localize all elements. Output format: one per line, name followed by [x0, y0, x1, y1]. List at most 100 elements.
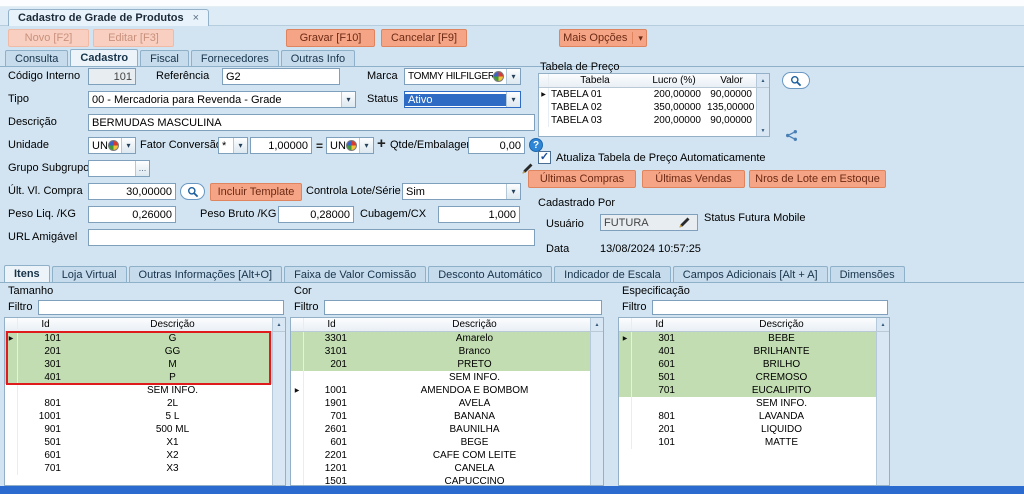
filter-input[interactable] — [652, 300, 888, 315]
cubagem-input[interactable] — [438, 206, 520, 223]
price-table-row[interactable]: TABELA 03200,0000090,00000 — [539, 114, 756, 127]
bottom-tab-campos-adicionais-alt-a[interactable]: Campos Adicionais [Alt + A] — [673, 266, 828, 282]
scroll-up-icon[interactable]: ▲ — [272, 318, 285, 331]
price-col-tabela[interactable]: Tabela — [549, 75, 641, 86]
tab-fiscal[interactable]: Fiscal — [140, 50, 189, 66]
bottom-tab-itens[interactable]: Itens — [4, 265, 50, 282]
help-icon[interactable]: ? — [529, 138, 543, 152]
grid-row[interactable]: 3301Amarelo — [291, 332, 590, 345]
vertical-scrollbar[interactable] — [876, 332, 889, 485]
status-combo[interactable]: Ativo ▾ — [404, 91, 521, 108]
bottom-tab-outras-informa-es-alt-o[interactable]: Outras Informações [Alt+O] — [129, 266, 283, 282]
scroll-down-icon[interactable]: ▼ — [757, 125, 769, 136]
grid-row[interactable]: SEM INFO. — [5, 384, 272, 397]
editar-button[interactable]: Editar [F3] — [93, 29, 174, 47]
grid-row[interactable]: ▶1001AMENDOA E BOMBOM — [291, 384, 590, 397]
qtde-embalagem-input[interactable] — [468, 137, 525, 154]
filter-input[interactable] — [324, 300, 602, 315]
grid-row[interactable]: 2601BAUNILHA — [291, 423, 590, 436]
grid-row[interactable]: 701BANANA — [291, 410, 590, 423]
share-icon[interactable] — [784, 128, 799, 143]
fator-operador-combo[interactable]: * ▾ — [218, 137, 248, 154]
scroll-up-icon[interactable]: ▲ — [756, 74, 769, 87]
filter-input[interactable] — [38, 300, 284, 315]
grid-row[interactable]: 701X3 — [5, 462, 272, 475]
price-col-lucro[interactable]: Lucro (%) — [641, 75, 707, 86]
grid-row[interactable]: 401BRILHANTE — [619, 345, 876, 358]
peso-bruto-input[interactable] — [278, 206, 354, 223]
tab-outras-info[interactable]: Outras Info — [281, 50, 355, 66]
unidade-destino-combo[interactable]: UN ▾ — [326, 137, 374, 154]
incluir-template-button[interactable]: Incluir Template — [210, 183, 302, 201]
price-search-icon[interactable] — [782, 72, 810, 89]
column-header-id[interactable]: Id — [632, 319, 687, 330]
grid-row[interactable]: 901500 ML — [5, 423, 272, 436]
auto-update-checkbox[interactable]: ✓ — [538, 151, 551, 164]
grid-row[interactable]: 2201CAFÉ COM LEITE — [291, 449, 590, 462]
grid-row[interactable]: 201PRETO — [291, 358, 590, 371]
bottom-tab-loja-virtual[interactable]: Loja Virtual — [52, 266, 127, 282]
controla-lote-combo[interactable]: Sim ▾ — [402, 183, 521, 200]
vertical-scrollbar[interactable] — [272, 332, 285, 485]
bottom-tab-indicador-de-escala[interactable]: Indicador de Escala — [554, 266, 671, 282]
grid-row[interactable]: 601X2 — [5, 449, 272, 462]
fator-conversao-input[interactable] — [250, 137, 312, 154]
grid-row[interactable]: 501CREMOSO — [619, 371, 876, 384]
grid-row[interactable]: SEM INFO. — [291, 371, 590, 384]
ultimas-vendas-button[interactable]: Últimas Vendas — [642, 170, 745, 188]
close-icon[interactable]: × — [193, 12, 199, 24]
ult-vl-compra-input[interactable] — [88, 183, 176, 200]
descricao-input[interactable] — [88, 114, 535, 131]
grid-row[interactable]: 601BEGE — [291, 436, 590, 449]
url-amigavel-input[interactable] — [88, 229, 535, 246]
bottom-tab-faixa-de-valor-comiss-o[interactable]: Faixa de Valor Comissão — [284, 266, 426, 282]
vertical-scrollbar[interactable] — [590, 332, 603, 485]
mais-opcoes-button[interactable]: Mais Opções ▾ — [559, 29, 647, 47]
scroll-up-icon[interactable]: ▲ — [590, 318, 603, 331]
grid-row[interactable]: 701EUCALIPITO — [619, 384, 876, 397]
tab-consulta[interactable]: Consulta — [5, 50, 68, 66]
price-table-scrollbar[interactable]: ▼ — [756, 88, 769, 136]
column-header-descricao[interactable]: Descrição — [73, 319, 272, 330]
peso-liq-input[interactable] — [88, 206, 176, 223]
column-header-descricao[interactable]: Descrição — [687, 319, 876, 330]
lookup-dots-icon[interactable]: … — [135, 161, 149, 176]
grid-row[interactable]: 10015 L — [5, 410, 272, 423]
column-header-descricao[interactable]: Descrição — [359, 319, 590, 330]
grid-row[interactable]: 1901AVELÃ — [291, 397, 590, 410]
marca-combo[interactable]: TOMMY HILFILGER ▾ — [404, 68, 521, 85]
grid-row[interactable]: 1201CANELA — [291, 462, 590, 475]
unidade-combo[interactable]: UN ▾ — [88, 137, 136, 154]
price-table-row[interactable]: TABELA 02350,00000135,00000 — [539, 101, 756, 114]
ultimas-compras-button[interactable]: Últimas Compras — [528, 170, 636, 188]
grid-row[interactable]: 501X1 — [5, 436, 272, 449]
tab-fornecedores[interactable]: Fornecedores — [191, 50, 279, 66]
price-table-row[interactable]: ▶TABELA 01200,0000090,00000 — [539, 88, 756, 101]
grid-row[interactable]: 201LIQUIDO — [619, 423, 876, 436]
tab-cadastro[interactable]: Cadastro — [70, 49, 138, 66]
pencil-icon[interactable] — [676, 215, 692, 230]
column-header-id[interactable]: Id — [18, 319, 73, 330]
grid-row[interactable]: ▶101G — [5, 332, 272, 345]
grid-row[interactable]: 3101Branco — [291, 345, 590, 358]
grid-row[interactable]: ▶301BEBE — [619, 332, 876, 345]
column-header-id[interactable]: Id — [304, 319, 359, 330]
tipo-combo[interactable]: 00 - Mercadoria para Revenda - Grade ▾ — [88, 91, 356, 108]
gravar-button[interactable]: Gravar [F10] — [286, 29, 375, 47]
scroll-up-icon[interactable]: ▲ — [876, 318, 889, 331]
grid-row[interactable]: 101MATTE — [619, 436, 876, 449]
referencia-input[interactable] — [222, 68, 340, 85]
bottom-tab-dimens-es[interactable]: Dimensões — [830, 266, 905, 282]
grid-row[interactable]: 401P — [5, 371, 272, 384]
grid-row[interactable]: 601BRILHO — [619, 358, 876, 371]
cancelar-button[interactable]: Cancelar [F9] — [381, 29, 467, 47]
search-icon[interactable] — [180, 183, 205, 200]
grupo-subgrupo-field[interactable]: … — [88, 160, 150, 177]
price-col-valor[interactable]: Valor — [707, 75, 756, 86]
grid-row[interactable]: 801LAVANDA — [619, 410, 876, 423]
novo-button[interactable]: Novo [F2] — [8, 29, 89, 47]
nros-lote-estoque-button[interactable]: Nros de Lote em Estoque — [749, 170, 886, 188]
grid-row[interactable]: 1501CAPUCCINO — [291, 475, 590, 485]
document-tab[interactable]: Cadastro de Grade de Produtos × — [8, 9, 209, 26]
grid-row[interactable]: 201GG — [5, 345, 272, 358]
